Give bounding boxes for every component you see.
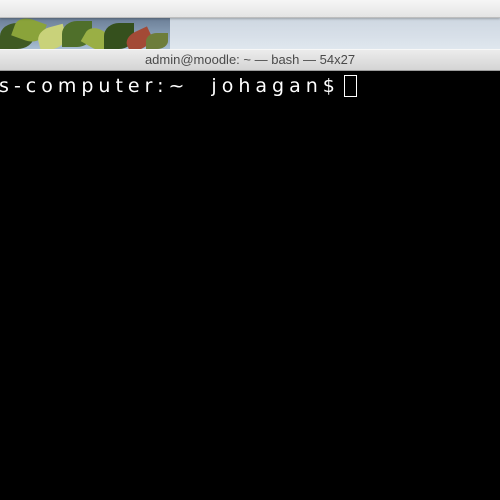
cursor-icon: [343, 75, 357, 97]
screen: admin@moodle: ~ — bash — 54x27 ns-comput…: [0, 0, 500, 500]
prompt-line: ns-computer:~ johagan$: [0, 73, 357, 99]
window-title: admin@moodle: ~ — bash — 54x27: [144, 52, 356, 67]
desktop-wallpaper: [0, 17, 500, 49]
wallpaper-sky: [170, 17, 500, 49]
prompt-host: ns-computer:~: [0, 75, 190, 97]
foliage: [146, 33, 168, 49]
background-window-edge: [0, 0, 500, 18]
prompt-user: johagan$: [211, 75, 340, 97]
terminal-title-bar[interactable]: admin@moodle: ~ — bash — 54x27: [0, 49, 500, 71]
terminal-body[interactable]: ns-computer:~ johagan$: [0, 70, 500, 500]
